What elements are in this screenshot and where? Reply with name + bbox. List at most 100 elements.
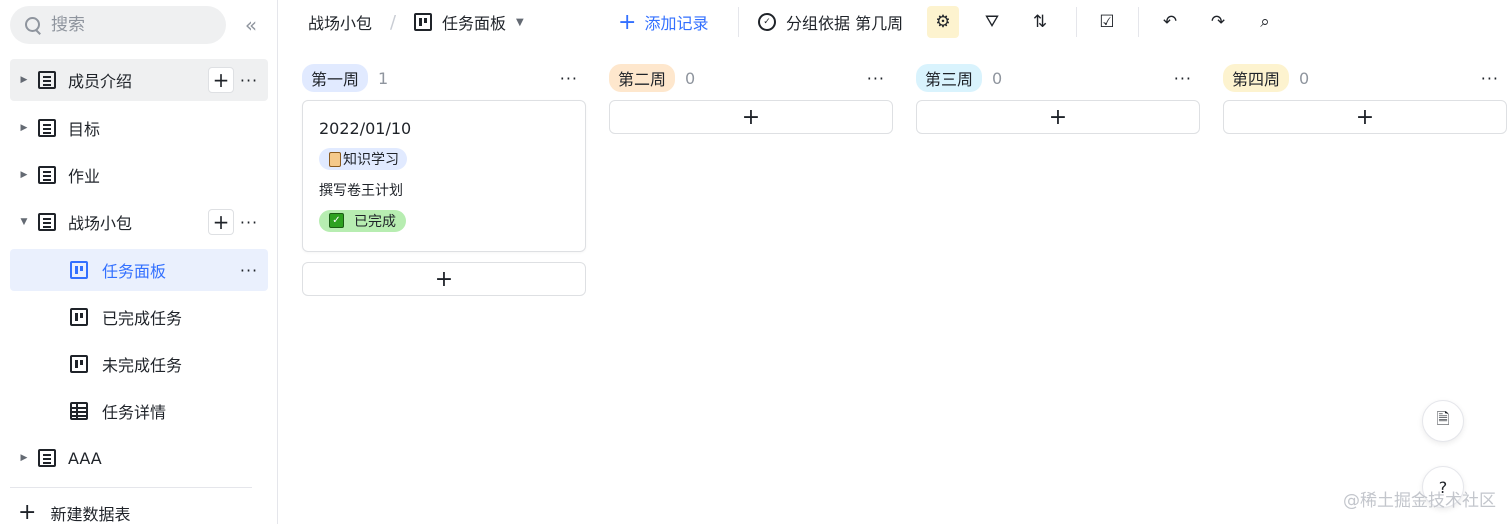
sidebar-item-task-board[interactable]: 任务面板 ···	[10, 249, 268, 291]
sidebar-item-completed-tasks[interactable]: 已完成任务	[10, 296, 268, 338]
breadcrumb-separator: /	[390, 11, 397, 33]
board-column-week4: 第四周 0 ··· +	[1223, 56, 1507, 134]
sidebar-item-label: 目标	[68, 120, 101, 139]
sidebar-item-label: 作业	[68, 167, 101, 186]
redo-icon[interactable]: ↷	[1202, 6, 1234, 38]
more-icon[interactable]: ···	[1481, 69, 1499, 88]
caret-right-icon[interactable]: ▶	[10, 75, 38, 85]
sidebar-item-incomplete-tasks[interactable]: 未完成任务	[10, 343, 268, 385]
collapse-sidebar-icon[interactable]: «	[238, 12, 264, 38]
group-by-icon: ✓	[758, 13, 776, 31]
sort-icon[interactable]: ⇅	[1024, 6, 1056, 38]
sidebar-item-label: 未完成任务	[102, 356, 183, 375]
card-title: 撰写卷王计划	[319, 182, 403, 199]
board-column-week2: 第二周 0 ··· +	[609, 56, 893, 134]
group-by-button[interactable]: ✓ 分组依据 第几周	[758, 0, 903, 44]
add-child-button[interactable]: +	[208, 67, 234, 93]
caret-right-icon[interactable]: ▶	[10, 170, 38, 180]
view-name: 任务面板	[442, 14, 507, 33]
settings-gear-icon[interactable]: ⚙	[927, 6, 959, 38]
caret-down-icon[interactable]: ▼	[10, 217, 38, 227]
column-tag[interactable]: 第一周	[302, 64, 369, 92]
sidebar-item-battle-pack[interactable]: ▼ 战场小包 + ···	[10, 201, 268, 243]
kanban-icon	[70, 355, 88, 373]
more-icon[interactable]: ···	[560, 69, 578, 88]
plus-icon: +	[618, 9, 637, 35]
toolbar: 战场小包 / 任务面板 ▼ + 添加记录 ✓ 分组依据 第几周 ⚙ ⛛ ⇅ ☑ …	[279, 0, 1512, 44]
add-record-label: 添加记录	[644, 14, 709, 33]
caret-right-icon[interactable]: ▶	[10, 453, 38, 463]
sidebar-item-label: 成员介绍	[68, 72, 133, 91]
plus-icon: +	[18, 500, 37, 524]
kanban-icon	[414, 13, 432, 31]
sidebar-item-members[interactable]: ▶ 成员介绍 + ···	[10, 59, 268, 101]
sidebar-divider	[10, 487, 252, 488]
column-tag[interactable]: 第四周	[1223, 64, 1290, 92]
doc-icon	[38, 213, 56, 231]
sidebar-item-label: 已完成任务	[102, 309, 183, 328]
column-count: 0	[685, 68, 696, 88]
more-icon[interactable]: ···	[1174, 69, 1192, 88]
caret-right-icon[interactable]: ▶	[10, 123, 38, 133]
column-header: 第三周 0 ···	[916, 56, 1200, 100]
sidebar-item-label: AAA	[68, 448, 102, 468]
sidebar-item-label: 战场小包	[68, 214, 133, 233]
add-card-button[interactable]: +	[1223, 100, 1507, 134]
doc-icon	[38, 71, 56, 89]
kanban-icon	[70, 261, 88, 279]
kanban-icon	[70, 308, 88, 326]
checkbox-checked-icon: ✓	[329, 213, 344, 228]
column-header: 第二周 0 ···	[609, 56, 893, 100]
search-input[interactable]	[51, 15, 201, 35]
add-card-button[interactable]: +	[916, 100, 1200, 134]
column-count: 1	[378, 68, 389, 88]
toolbar-divider	[1076, 7, 1077, 37]
search-records-icon[interactable]: ⌕	[1249, 6, 1281, 38]
card-category-tag: 知识学习	[319, 148, 407, 170]
filter-icon[interactable]: ⛛	[976, 6, 1008, 38]
more-icon[interactable]: ···	[238, 211, 260, 233]
search-box[interactable]	[10, 6, 226, 44]
column-tag[interactable]: 第二周	[609, 64, 676, 92]
add-card-button[interactable]: +	[302, 262, 586, 296]
sidebar-item-homework[interactable]: ▶ 作业	[10, 154, 268, 196]
column-header: 第四周 0 ···	[1223, 56, 1507, 100]
book-icon	[329, 151, 341, 167]
card-category-label: 知识学习	[343, 152, 399, 168]
doc-icon	[38, 166, 56, 184]
add-child-button[interactable]: +	[208, 209, 234, 235]
more-icon[interactable]: ···	[238, 259, 260, 281]
toolbar-divider	[738, 7, 739, 37]
view-switcher[interactable]: 任务面板 ▼	[414, 0, 524, 44]
add-record-button[interactable]: + 添加记录	[618, 0, 708, 44]
card-status-badge: ✓ 已完成	[319, 209, 406, 232]
sidebar-item-aaa[interactable]: ▶ AAA	[10, 437, 268, 479]
column-count: 0	[992, 68, 1003, 88]
column-tag[interactable]: 第三周	[916, 64, 983, 92]
new-table-label: 新建数据表	[50, 504, 131, 524]
chevron-down-icon: ▼	[516, 16, 524, 28]
more-icon[interactable]: ···	[867, 69, 885, 88]
sidebar-item-label: 任务详情	[102, 403, 167, 422]
record-card[interactable]: 2022/01/10 知识学习 撰写卷王计划 ✓ 已完成	[302, 100, 586, 252]
grid-table-icon	[70, 402, 88, 420]
toolbar-divider	[1138, 7, 1139, 37]
card-status-label: 已完成	[354, 213, 396, 230]
breadcrumb-parent[interactable]: 战场小包	[308, 0, 372, 44]
clipboard-check-icon[interactable]: ☑	[1091, 6, 1123, 38]
board-column-week3: 第三周 0 ··· +	[916, 56, 1200, 134]
new-table-button[interactable]: + 新建数据表	[18, 500, 130, 524]
sidebar-item-task-details[interactable]: 任务详情	[10, 390, 268, 432]
add-card-button[interactable]: +	[609, 100, 893, 134]
column-header: 第一周 1 ···	[302, 56, 586, 100]
undo-icon[interactable]: ↶	[1154, 6, 1186, 38]
group-by-label: 分组依据 第几周	[786, 14, 904, 33]
sidebar-item-goals[interactable]: ▶ 目标	[10, 107, 268, 149]
board-column-week1: 第一周 1 ··· 2022/01/10 知识学习 撰写卷王计划 ✓ 已完成 +	[302, 56, 586, 296]
sidebar-item-label: 任务面板	[102, 262, 167, 281]
card-date: 2022/01/10	[319, 119, 412, 138]
search-icon	[24, 16, 42, 34]
more-icon[interactable]: ···	[238, 69, 260, 91]
doc-icon	[38, 449, 56, 467]
document-icon[interactable]: 🗎	[1422, 400, 1464, 442]
